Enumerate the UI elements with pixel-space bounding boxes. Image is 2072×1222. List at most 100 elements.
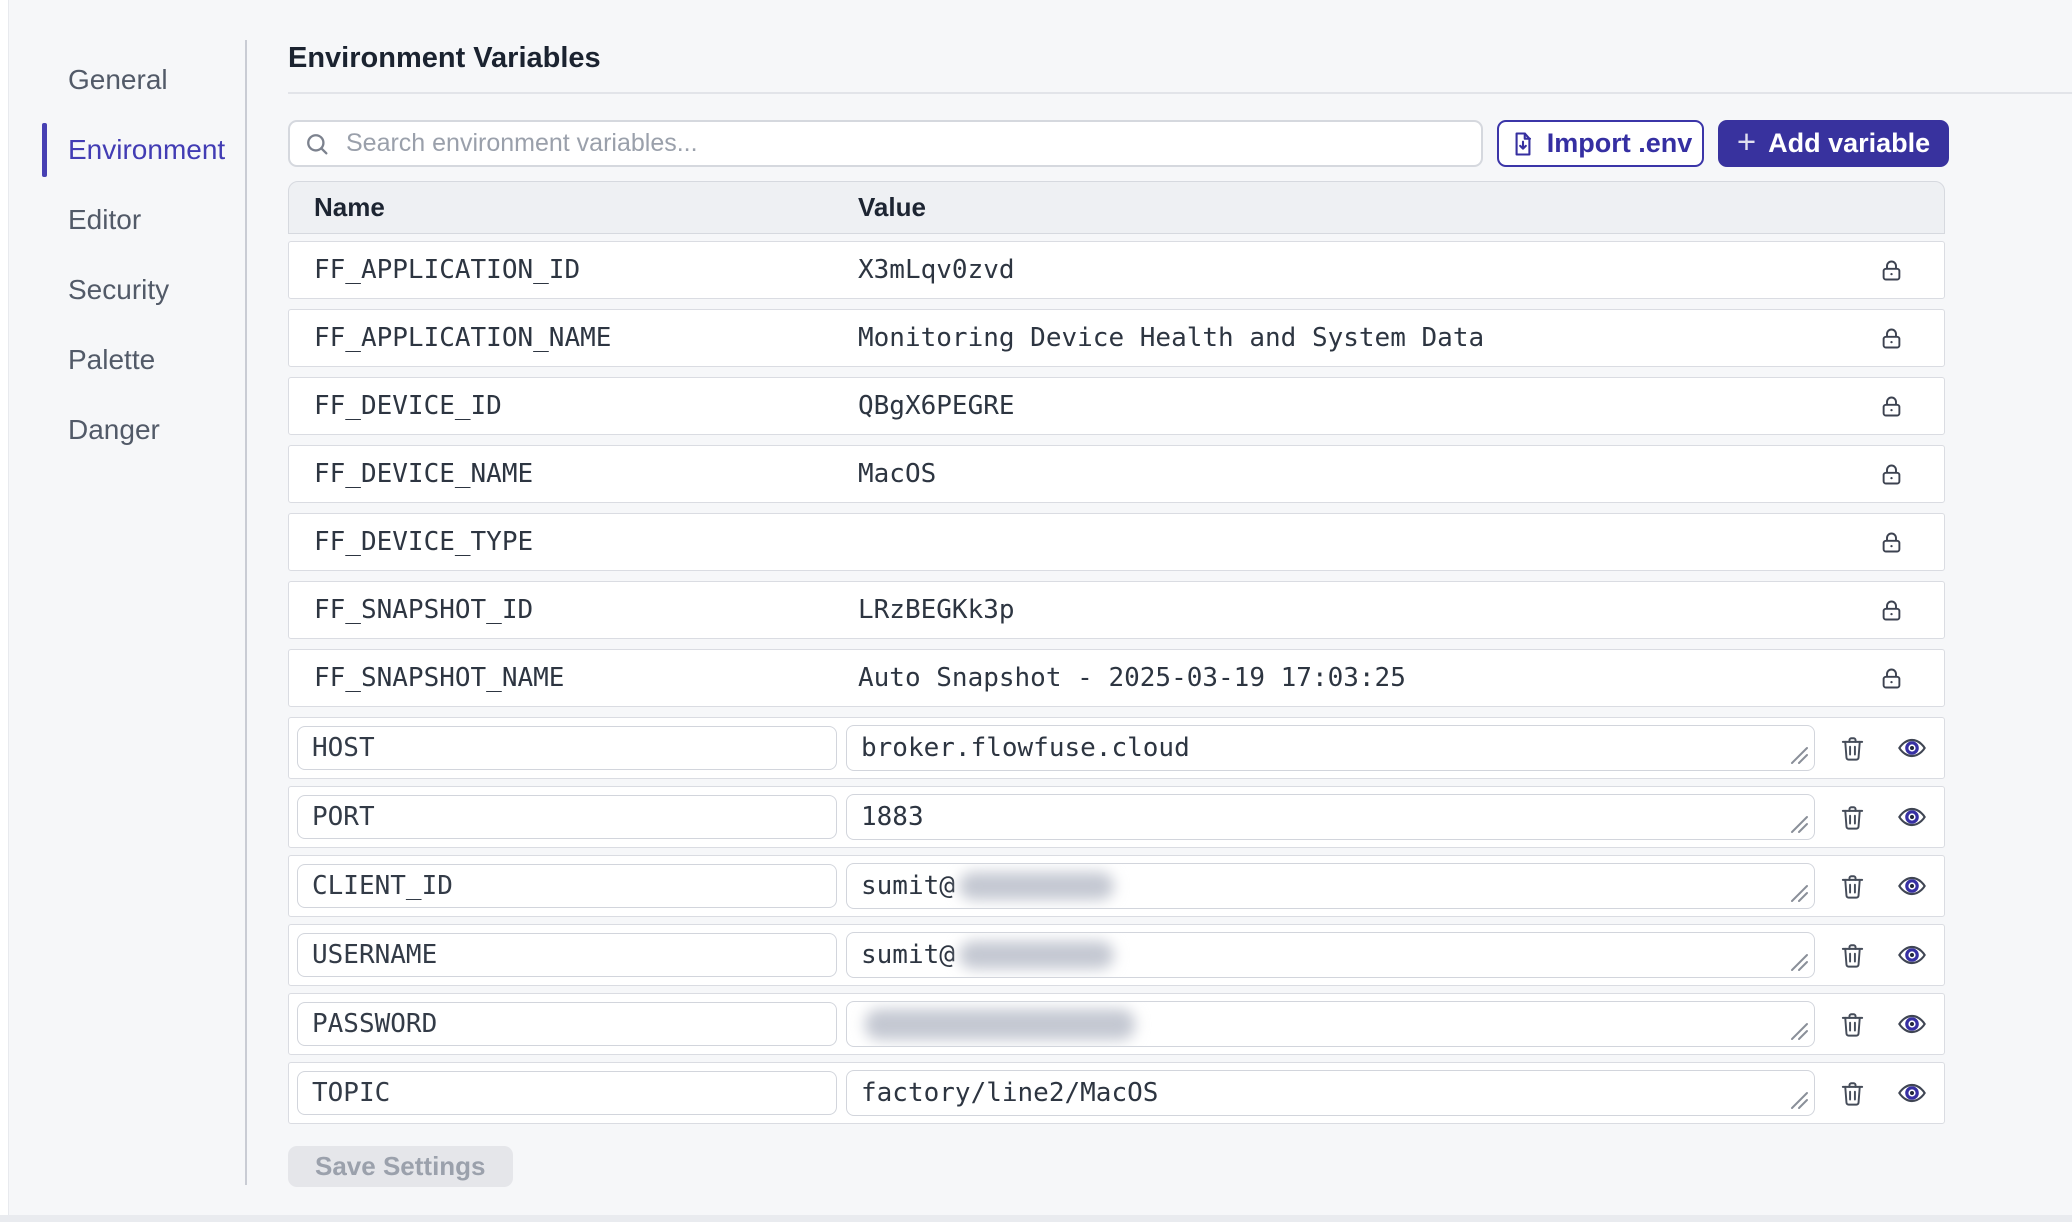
delete-variable-button[interactable] [1835,938,1869,972]
variable-name: FF_DEVICE_NAME [289,459,858,489]
variable-name-input[interactable] [297,1002,837,1046]
add-variable-label: Add variable [1768,128,1930,159]
add-variable-button[interactable]: + Add variable [1718,120,1949,167]
variable-value: MacOS [858,459,1839,489]
sidebar-item-label: General [68,64,168,96]
table-row: FF_DEVICE_ID QBgX6PEGRE [288,377,1945,435]
lock-icon [1878,597,1905,624]
eye-icon [1896,1008,1928,1040]
toggle-visibility-button[interactable] [1895,731,1929,765]
table-row-editable: sumit@ [288,924,1945,986]
variable-value: LRzBEGKk3p [858,595,1839,625]
variable-value-textarea[interactable] [846,1001,1815,1047]
sidebar-item-security[interactable]: Security [0,262,245,318]
variable-value-textarea[interactable]: broker.flowfuse.cloud [846,725,1815,771]
settings-sidebar: General Environment Editor Security Pale… [0,52,245,472]
variable-value-text: sumit@ [861,871,955,901]
variable-name: FF_DEVICE_TYPE [289,527,858,557]
lock-icon [1878,461,1905,488]
sidebar-item-label: Editor [68,204,141,236]
lock-icon [1878,529,1905,556]
variable-value: Auto Snapshot - 2025-03-19 17:03:25 [858,663,1839,693]
variable-value-text: factory/line2/MacOS [861,1078,1158,1108]
toggle-visibility-button[interactable] [1895,800,1929,834]
search-icon [303,130,331,158]
table-row-editable: factory/line2/MacOS [288,1062,1945,1124]
import-file-icon [1509,130,1537,158]
variable-value-text: broker.flowfuse.cloud [861,733,1190,763]
resize-handle[interactable] [1788,1089,1810,1111]
table-row: FF_DEVICE_TYPE [288,513,1945,571]
table-row-editable: broker.flowfuse.cloud [288,717,1945,779]
table-row: FF_APPLICATION_NAME Monitoring Device He… [288,309,1945,367]
title-divider [288,92,2072,94]
variable-value-textarea[interactable]: 1883 [846,794,1815,840]
plus-icon: + [1737,125,1756,158]
trash-icon [1838,941,1867,970]
variable-value-wrap: sumit@ [846,863,1815,909]
redacted-value-blob [865,1009,1135,1040]
variable-value-text: 1883 [861,802,924,832]
sidebar-item-palette[interactable]: Palette [0,332,245,388]
variable-name-input[interactable] [297,864,837,908]
search-box [288,120,1483,167]
search-input[interactable] [288,120,1483,167]
eye-icon [1896,939,1928,971]
variable-name-input[interactable] [297,933,837,977]
sidebar-item-label: Security [68,274,169,306]
lock-icon [1878,393,1905,420]
toggle-visibility-button[interactable] [1895,1007,1929,1041]
variable-value-textarea[interactable]: factory/line2/MacOS [846,1070,1815,1116]
trash-icon [1838,872,1867,901]
variable-value-wrap: factory/line2/MacOS [846,1070,1815,1116]
variable-value-text: sumit@ [861,940,955,970]
toggle-visibility-button[interactable] [1895,869,1929,903]
sidebar-item-danger[interactable]: Danger [0,402,245,458]
variable-value: X3mLqv0zvd [858,255,1839,285]
delete-variable-button[interactable] [1835,1076,1869,1110]
lock-icon [1878,325,1905,352]
page-title: Environment Variables [288,40,2072,76]
variable-value-textarea[interactable]: sumit@ [846,932,1815,978]
resize-handle[interactable] [1788,744,1810,766]
trash-icon [1838,803,1867,832]
eye-icon [1896,870,1928,902]
variable-name: FF_APPLICATION_NAME [289,323,858,353]
variable-value: Monitoring Device Health and System Data [858,323,1839,353]
import-env-button[interactable]: Import .env [1497,120,1704,167]
redacted-value-blob [959,941,1114,969]
toggle-visibility-button[interactable] [1895,1076,1929,1110]
variable-value-textarea[interactable]: sumit@ [846,863,1815,909]
column-header-value: Value [858,192,1944,223]
sidebar-item-environment[interactable]: Environment [0,122,245,178]
resize-handle[interactable] [1788,882,1810,904]
save-settings-button[interactable]: Save Settings [288,1146,513,1187]
variable-value-wrap [846,1001,1815,1047]
variable-name: FF_SNAPSHOT_NAME [289,663,858,693]
variable-name-input[interactable] [297,1071,837,1115]
eye-icon [1896,732,1928,764]
trash-icon [1838,734,1867,763]
resize-handle[interactable] [1788,951,1810,973]
sidebar-item-editor[interactable]: Editor [0,192,245,248]
sidebar-item-label: Palette [68,344,155,376]
variable-name-input[interactable] [297,795,837,839]
sidebar-item-general[interactable]: General [0,52,245,108]
delete-variable-button[interactable] [1835,800,1869,834]
delete-variable-button[interactable] [1835,731,1869,765]
eye-icon [1896,801,1928,833]
lock-icon [1878,665,1905,692]
table-row: FF_DEVICE_NAME MacOS [288,445,1945,503]
resize-handle[interactable] [1788,813,1810,835]
active-indicator-bar [42,123,47,177]
import-env-label: Import .env [1547,128,1693,159]
toggle-visibility-button[interactable] [1895,938,1929,972]
delete-variable-button[interactable] [1835,869,1869,903]
table-row-editable: 1883 [288,786,1945,848]
variable-name-input[interactable] [297,726,837,770]
resize-handle[interactable] [1788,1020,1810,1042]
variable-value-wrap: sumit@ [846,932,1815,978]
variable-value-wrap: broker.flowfuse.cloud [846,725,1815,771]
delete-variable-button[interactable] [1835,1007,1869,1041]
lock-icon [1878,257,1905,284]
